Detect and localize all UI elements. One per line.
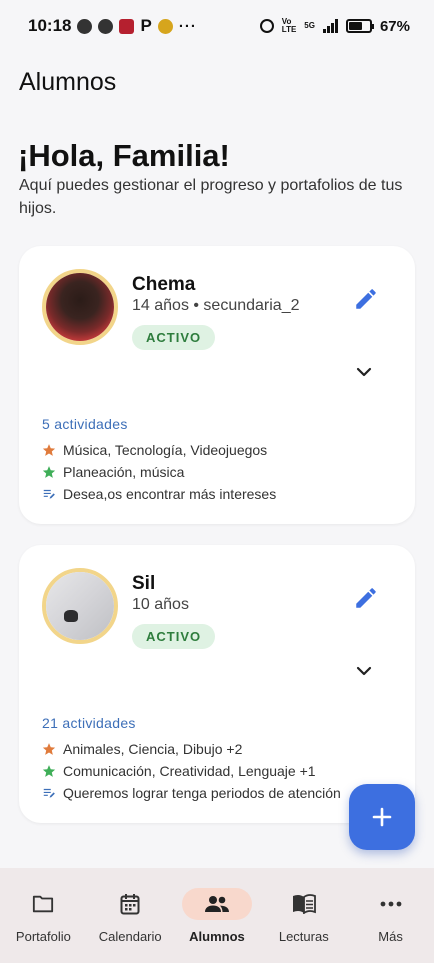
activities-link[interactable]: 21 actividades <box>42 715 136 731</box>
book-icon <box>292 894 316 914</box>
star-icon <box>42 743 56 755</box>
interests-text: Música, Tecnología, Videojuegos <box>63 442 268 458</box>
student-card[interactable]: Sil 10 años ACTIVO 21 actividades Animal… <box>19 545 415 823</box>
skills-text: Planeación, música <box>63 464 185 480</box>
student-card[interactable]: Chema 14 años • secundaria_2 ACTIVO 5 ac… <box>19 246 415 524</box>
interests-row: Animales, Ciencia, Dibujo +2 <box>42 741 402 757</box>
status-time: 10:18 <box>28 16 72 35</box>
signal-icon <box>322 19 338 33</box>
edit-note-icon <box>43 788 55 798</box>
skills-text: Comunicación, Creatividad, Lenguaje +1 <box>63 763 316 779</box>
star-icon <box>42 444 56 456</box>
student-meta: 14 años • secundaria_2 <box>132 297 300 314</box>
add-student-button[interactable] <box>349 784 415 850</box>
greeting-subtitle: Aquí puedes gestionar el progreso y port… <box>19 177 403 217</box>
interests-row: Música, Tecnología, Videojuegos <box>42 442 402 458</box>
status-right: Vo LTE 5G 67% <box>259 17 410 35</box>
interests-text: Animales, Ciencia, Dibujo +2 <box>63 741 243 757</box>
avatar <box>42 269 118 345</box>
chat-notification-icon <box>77 18 93 34</box>
battery-percent: 67% <box>379 17 410 35</box>
volte-indicator: Vo LTE <box>281 17 297 34</box>
nav-item-calendario[interactable]: Calendario <box>87 868 173 963</box>
network-gen-indicator: 5G <box>304 21 315 30</box>
nav-label: Portafolio <box>15 929 71 944</box>
more-notifications-icon: ··· <box>178 17 197 35</box>
status-left: 10:18 P ··· <box>28 16 197 36</box>
edit-icon[interactable] <box>353 286 379 312</box>
star-icon <box>42 765 56 777</box>
more-icon <box>380 901 401 907</box>
status-bar: 10:18 P ··· Vo LTE 5G 67% <box>0 0 434 52</box>
skills-row: Planeación, música <box>42 464 402 480</box>
skills-row: Comunicación, Creatividad, Lenguaje +1 <box>42 763 402 779</box>
calendar-icon <box>120 894 140 915</box>
nav-label: Alumnos <box>189 929 245 944</box>
avatar <box>42 568 118 644</box>
goals-row: Queremos lograr tenga periodos de atenci… <box>42 785 402 801</box>
star-icon <box>42 466 56 478</box>
page-title: Alumnos <box>19 68 117 96</box>
student-name: Sil <box>132 573 156 594</box>
greeting-heading: ¡Hola, Familia! <box>18 138 230 173</box>
plus-icon <box>372 807 392 827</box>
student-name: Chema <box>132 274 196 295</box>
edit-note-icon <box>43 489 55 499</box>
nav-item-alumnos[interactable]: Alumnos <box>174 868 260 963</box>
student-meta: 10 años <box>132 596 189 613</box>
goals-text: Desea,os encontrar más intereses <box>63 486 277 502</box>
nav-label: Lecturas <box>278 929 329 944</box>
folder-icon <box>33 895 54 913</box>
goals-row: Desea,os encontrar más intereses <box>42 486 402 502</box>
nav-label: Más <box>378 929 403 944</box>
chevron-down-icon[interactable] <box>355 366 373 378</box>
sync-notification-icon <box>98 18 114 34</box>
nav-item-mas[interactable]: Más <box>348 868 434 963</box>
chevron-down-icon[interactable] <box>355 665 373 677</box>
bottom-nav: Portafolio Calendario Alumnos Lecturas M… <box>0 868 434 963</box>
parking-notification-icon: P <box>140 16 152 35</box>
edit-icon[interactable] <box>353 585 379 611</box>
coin-notification-icon <box>157 18 173 34</box>
goals-text: Queremos lograr tenga periodos de atenci… <box>63 785 341 801</box>
app-notification-icon <box>119 18 135 34</box>
status-badge: ACTIVO <box>132 624 216 649</box>
nav-item-lecturas[interactable]: Lecturas <box>261 868 347 963</box>
status-badge: ACTIVO <box>132 325 216 350</box>
nav-label: Calendario <box>98 929 162 944</box>
alarm-icon <box>259 19 274 33</box>
battery-icon <box>345 19 374 33</box>
nav-item-portafolio[interactable]: Portafolio <box>0 868 86 963</box>
people-icon <box>204 896 229 912</box>
activities-link[interactable]: 5 actividades <box>42 416 128 432</box>
